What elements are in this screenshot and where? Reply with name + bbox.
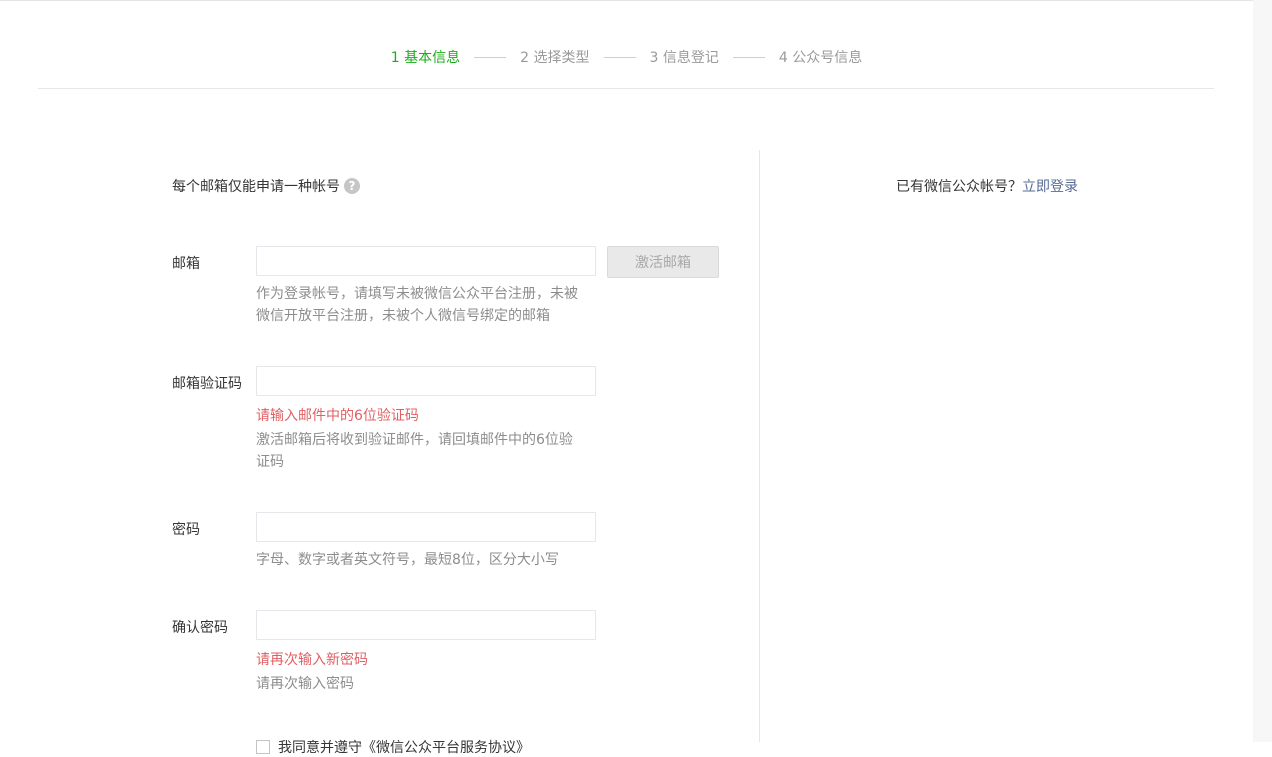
password-input[interactable] — [256, 512, 596, 542]
code-error: 请输入邮件中的6位验证码 — [256, 408, 419, 424]
email-tip: 作为登录帐号，请填写未被微信公众平台注册，未被微信开放平台注册，未被个人微信号绑… — [256, 286, 578, 324]
step-connector — [603, 56, 636, 58]
confirm-password-error: 请再次输入新密码 — [256, 652, 368, 668]
confirm-password-label: 确认密码 — [172, 620, 228, 636]
step-basic-info: 1 基本信息 — [390, 50, 461, 66]
step-indicator: 1 基本信息 2 选择类型 3 信息登记 4 公众号信息 — [0, 47, 1253, 67]
code-label: 邮箱验证码 — [172, 376, 242, 392]
help-icon[interactable]: ? — [344, 178, 360, 194]
agreement-text: 我同意并遵守《微信公众平台服务协议》 — [278, 740, 530, 756]
login-link[interactable]: 立即登录 — [1022, 179, 1078, 195]
login-prompt: 已有微信公众帐号？立即登录 — [896, 176, 1078, 196]
scrollbar[interactable] — [1253, 0, 1272, 742]
step-connector — [732, 56, 765, 58]
email-label: 邮箱 — [172, 256, 200, 272]
confirm-password-input[interactable] — [256, 610, 596, 640]
code-input[interactable] — [256, 366, 596, 396]
step-connector — [474, 56, 507, 58]
login-prompt-text: 已有微信公众帐号？ — [896, 179, 1022, 195]
confirm-password-tip: 请再次输入密码 — [256, 676, 354, 692]
password-label: 密码 — [172, 522, 200, 538]
password-tip: 字母、数字或者英文符号，最短8位，区分大小写 — [256, 552, 559, 568]
step-account-info: 4 公众号信息 — [778, 50, 863, 66]
code-tip: 激活邮箱后将收到验证邮件，请回填邮件中的6位验证码 — [256, 432, 573, 470]
agreement-row[interactable]: 我同意并遵守《微信公众平台服务协议》 — [256, 737, 530, 757]
email-input[interactable] — [256, 246, 596, 276]
steps-divider — [38, 88, 1214, 89]
step-info-register: 3 信息登记 — [649, 50, 719, 66]
column-divider — [759, 150, 760, 742]
intro-text: 每个邮箱仅能申请一种帐号 — [172, 179, 340, 195]
step-select-type: 2 选择类型 — [520, 50, 590, 66]
intro-note: 每个邮箱仅能申请一种帐号 ? — [172, 176, 360, 196]
agreement-checkbox[interactable] — [256, 740, 270, 754]
activate-email-button[interactable]: 激活邮箱 — [607, 246, 719, 278]
top-border — [0, 0, 1253, 1]
